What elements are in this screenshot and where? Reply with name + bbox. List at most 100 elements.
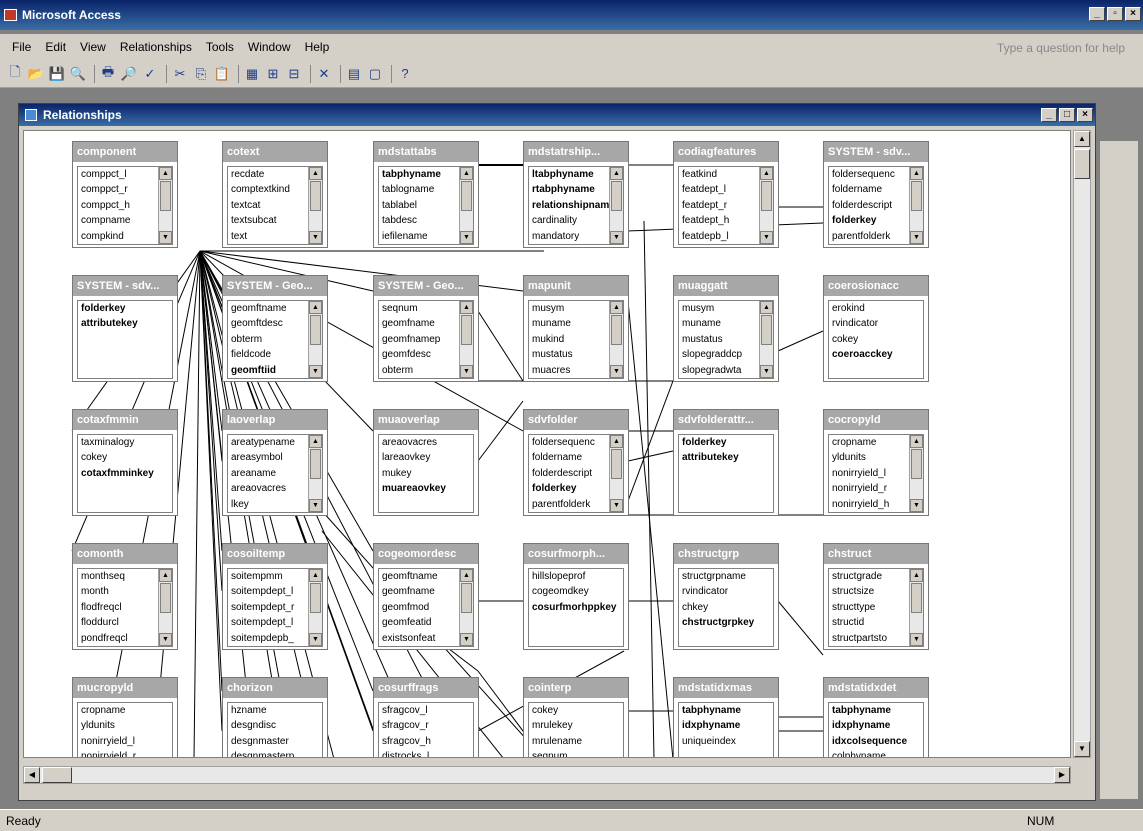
scroll-thumb[interactable] <box>160 181 171 211</box>
table-title[interactable]: sdvfolder <box>524 410 628 430</box>
table-title[interactable]: cosurfmorph... <box>524 544 628 564</box>
menu-window[interactable]: Window <box>248 40 291 54</box>
table-system-sdv[interactable]: SYSTEM - sdv... folderkey attributekey <box>72 275 178 382</box>
table-title[interactable]: cogeomordesc <box>374 544 478 564</box>
relationship-line[interactable] <box>193 250 201 758</box>
scroll-thumb[interactable] <box>761 181 772 211</box>
relationship-line[interactable] <box>643 220 655 758</box>
field-list[interactable]: cropname yldunits nonirryield_l nonirryield… <box>828 434 924 513</box>
paste-icon[interactable]: 📋 <box>213 65 231 83</box>
scroll-up-icon[interactable]: ▲ <box>460 167 473 180</box>
scroll-down-icon[interactable]: ▼ <box>760 231 773 244</box>
field-list[interactable]: tabphyname idxphyname uniqueindex <box>678 702 774 757</box>
table-title[interactable]: component <box>73 142 177 162</box>
horizontal-scrollbar[interactable]: ◀ ▶ <box>23 766 1071 784</box>
scroll-thumb[interactable] <box>461 583 472 613</box>
field-list[interactable]: cropname yldunits nonirryield_l nonirryield… <box>77 702 173 757</box>
field-item[interactable]: erokind <box>829 301 923 316</box>
primary-key-field[interactable]: tabphyname <box>679 703 773 718</box>
field-list-scrollbar[interactable]: ▲ ▼ <box>308 167 322 244</box>
table-sdvfolderattr[interactable]: sdvfolderattr... folderkey attributekey <box>673 409 779 516</box>
table-chstruct[interactable]: chstruct structgrade structsize structtype s… <box>823 543 929 650</box>
relationships-close-icon[interactable]: × <box>1077 108 1093 122</box>
scroll-thumb[interactable] <box>310 449 321 479</box>
field-item[interactable]: lareaovkey <box>379 450 473 465</box>
table-title[interactable]: SYSTEM - sdv... <box>73 276 177 296</box>
field-item[interactable]: hillslopeprof <box>529 569 623 584</box>
scroll-down-icon[interactable]: ▼ <box>910 499 923 512</box>
scroll-thumb[interactable] <box>761 315 772 345</box>
field-list[interactable]: ltabphyname rtabphyname relationshipname ca… <box>528 166 624 245</box>
delete-icon[interactable]: ✕ <box>315 65 333 83</box>
help-search-input[interactable]: Type a question for help <box>997 41 1125 55</box>
table-mapunit[interactable]: mapunit musym muname mukind mustatus muacres ▲… <box>523 275 629 382</box>
field-item[interactable]: rvindicator <box>679 584 773 599</box>
table-title[interactable]: cosoiltemp <box>223 544 327 564</box>
field-list[interactable]: folderkey attributekey <box>678 434 774 513</box>
field-list-scrollbar[interactable]: ▲ ▼ <box>759 301 773 378</box>
scroll-thumb[interactable] <box>461 181 472 211</box>
field-list[interactable]: recdate comptextkind textcat textsubcat text… <box>227 166 323 245</box>
hscroll-thumb[interactable] <box>42 767 72 783</box>
scroll-thumb[interactable] <box>310 583 321 613</box>
new-object-icon[interactable]: ▢ <box>366 65 384 83</box>
scroll-down-icon[interactable]: ▼ <box>309 365 322 378</box>
scroll-up-icon[interactable]: ▲ <box>910 167 923 180</box>
field-list-scrollbar[interactable]: ▲ ▼ <box>308 569 322 646</box>
scroll-down-icon[interactable]: ▼ <box>760 365 773 378</box>
table-title[interactable]: comonth <box>73 544 177 564</box>
table-title[interactable]: mapunit <box>524 276 628 296</box>
field-item[interactable]: desgnmaster <box>228 734 322 749</box>
table-title[interactable]: codiagfeatures <box>674 142 778 162</box>
scroll-thumb[interactable] <box>911 181 922 211</box>
spelling-icon[interactable]: ✓ <box>141 65 159 83</box>
table-title[interactable]: chstruct <box>824 544 928 564</box>
primary-key-field[interactable]: tabphyname <box>829 703 923 718</box>
relationships-maximize-icon[interactable]: □ <box>1059 108 1075 122</box>
field-list[interactable]: tabphyname tablogname tablabel tabdesc iefil… <box>378 166 474 245</box>
scroll-up-icon[interactable]: ▲ <box>460 301 473 314</box>
scroll-down-icon[interactable]: ▼ <box>309 231 322 244</box>
scroll-down-icon[interactable]: ▼ <box>309 499 322 512</box>
field-list[interactable]: comppct_l comppct_r comppct_h compname compk… <box>77 166 173 245</box>
table-cogeomordesc[interactable]: cogeomordesc geomftname geomfname geomfmod g… <box>373 543 479 650</box>
new-icon[interactable]: 🗋 <box>6 64 24 83</box>
copy-icon[interactable]: ⎘ <box>192 65 210 83</box>
scroll-up-icon[interactable]: ▲ <box>610 167 623 180</box>
field-list[interactable]: hillslopeprof cogeomdkey cosurfmorhppkey <box>528 568 624 647</box>
primary-key-field[interactable]: coeroacckey <box>829 347 923 362</box>
primary-key-field[interactable]: cotaxfmminkey <box>78 466 172 481</box>
field-item[interactable]: desgndisc <box>228 718 322 733</box>
table-codiagfeatures[interactable]: codiagfeatures featkind featdept_l featdept… <box>673 141 779 248</box>
scroll-thumb[interactable] <box>1074 149 1090 179</box>
primary-key-field[interactable]: attributekey <box>679 450 773 465</box>
relationships-canvas[interactable]: component comppct_l comppct_r comppct_h comp… <box>23 130 1071 758</box>
table-cosoiltemp[interactable]: cosoiltemp soitempmm soitempdept_l soitempd… <box>222 543 328 650</box>
scroll-up-icon[interactable]: ▲ <box>309 167 322 180</box>
table-cotext[interactable]: cotext recdate comptextkind textcat textsubc… <box>222 141 328 248</box>
field-list-scrollbar[interactable]: ▲ ▼ <box>459 569 473 646</box>
field-item[interactable]: nonirryield_l <box>78 734 172 749</box>
field-list[interactable]: foldersequenc foldername folderdescript fol… <box>828 166 924 245</box>
field-item[interactable]: areaovacres <box>379 435 473 450</box>
scroll-thumb[interactable] <box>911 449 922 479</box>
table-title[interactable]: cotaxfmmin <box>73 410 177 430</box>
field-list-scrollbar[interactable]: ▲ ▼ <box>158 569 172 646</box>
field-item[interactable]: cokey <box>78 450 172 465</box>
table-system-geo[interactable]: SYSTEM - Geo... seqnum geomfname geomfnamep… <box>373 275 479 382</box>
scroll-up-icon[interactable]: ▲ <box>610 301 623 314</box>
scroll-up-icon[interactable]: ▲ <box>610 435 623 448</box>
field-item[interactable]: hzname <box>228 703 322 718</box>
field-item[interactable]: desgnmasterp <box>228 749 322 757</box>
table-cocropyld[interactable]: cocropyld cropname yldunits nonirryield_l no… <box>823 409 929 516</box>
field-list[interactable]: geomftname geomfname geomfmod geomfeatid exi… <box>378 568 474 647</box>
menu-tools[interactable]: Tools <box>206 40 234 54</box>
primary-key-field[interactable]: idxcolsequence <box>829 734 923 749</box>
field-list[interactable]: musym muname mukind mustatus muacres ▲ ▼ <box>528 300 624 379</box>
scroll-up-icon[interactable]: ▲ <box>159 167 172 180</box>
field-list[interactable]: erokind rvindicator cokey coeroacckey <box>828 300 924 379</box>
field-item[interactable]: sfragcov_r <box>379 718 473 733</box>
field-item[interactable]: sfragcov_h <box>379 734 473 749</box>
scroll-right-icon[interactable]: ▶ <box>1054 767 1070 783</box>
field-item[interactable]: taxminalogy <box>78 435 172 450</box>
